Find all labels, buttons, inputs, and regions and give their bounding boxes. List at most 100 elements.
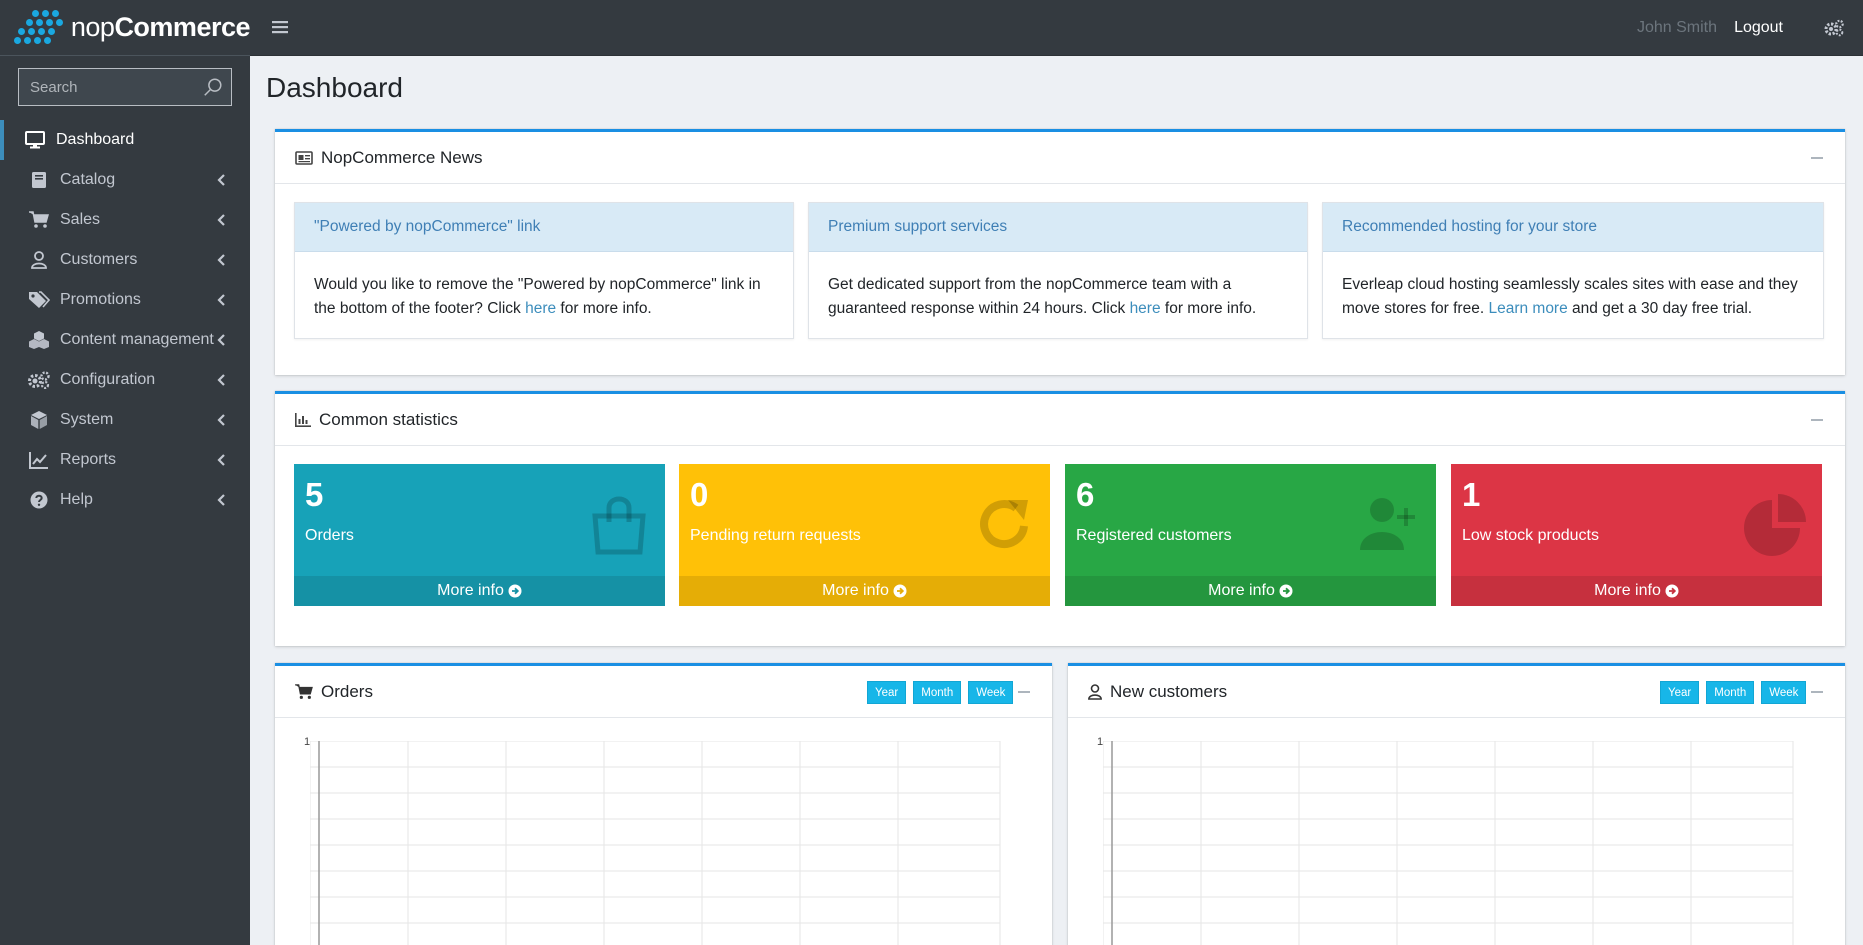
chevron-left-icon xyxy=(217,374,225,386)
nopcommerce-logo-icon xyxy=(12,8,65,48)
new-customers-chart-card: New customers Year Month Week 1 xyxy=(1068,663,1845,945)
card-title: Orders xyxy=(321,681,373,701)
news-item-title: "Powered by nopCommerce" link xyxy=(295,203,793,252)
book-icon xyxy=(28,169,50,191)
news-link-here[interactable]: here xyxy=(1130,300,1161,317)
new-customers-chart-plot xyxy=(1103,741,1794,945)
chevron-left-icon xyxy=(217,174,225,186)
sidebar-item-label: Promotions xyxy=(60,291,141,308)
news-link-here[interactable]: here xyxy=(525,300,556,317)
user-icon xyxy=(28,249,50,271)
line-chart-icon xyxy=(28,449,50,471)
arrow-circle-right-icon xyxy=(893,584,907,598)
orders-chart-header: Orders Year Month Week xyxy=(275,666,1052,718)
sidebar-item-configuration[interactable]: Configuration xyxy=(0,360,250,400)
sidebar-item-system[interactable]: System xyxy=(0,400,250,440)
stat-label: Low stock products xyxy=(1462,527,1599,544)
collapse-minus-icon[interactable] xyxy=(1811,157,1823,159)
more-info-link[interactable]: More info xyxy=(679,576,1050,606)
hamburger-menu-icon[interactable] xyxy=(272,20,288,34)
user-name-link[interactable]: John Smith xyxy=(1637,19,1717,37)
collapse-minus-icon[interactable] xyxy=(1811,691,1823,693)
sidebar-item-reports[interactable]: Reports xyxy=(0,440,250,480)
news-item-title: Recommended hosting for your store xyxy=(1323,203,1823,252)
orders-chart-card: Orders Year Month Week 1 xyxy=(275,663,1052,945)
chevron-left-icon xyxy=(217,294,225,306)
page-title: Dashboard xyxy=(266,72,403,103)
card-title: Common statistics xyxy=(319,409,458,429)
month-button[interactable]: Month xyxy=(1706,681,1755,704)
chevron-left-icon xyxy=(217,414,225,426)
news-card-header: NopCommerce News xyxy=(275,132,1845,184)
news-link-learn-more[interactable]: Learn more xyxy=(1488,300,1567,317)
user-icon xyxy=(1088,683,1102,700)
stat-value: 1 xyxy=(1462,476,1481,513)
sidebar-item-customers[interactable]: Customers xyxy=(0,240,250,280)
arrow-circle-right-icon xyxy=(1279,584,1293,598)
news-item-body: Get dedicated support from the nopCommer… xyxy=(828,276,1257,317)
card-title: New customers xyxy=(1110,681,1228,701)
sidebar-item-catalog[interactable]: Catalog xyxy=(0,160,250,200)
sidebar-item-label: Configuration xyxy=(60,371,156,388)
stat-box-low-stock: 1 Low stock products More info xyxy=(1451,464,1822,606)
question-circle-icon xyxy=(28,489,50,511)
user-plus-icon xyxy=(1360,498,1415,550)
sidebar-item-label: Dashboard xyxy=(56,131,135,148)
cubes-icon xyxy=(28,329,50,351)
gears-icon[interactable] xyxy=(1824,19,1844,37)
week-button[interactable]: Week xyxy=(968,681,1014,704)
stat-label: Orders xyxy=(305,527,354,544)
news-item-title: Premium support services xyxy=(809,203,1307,252)
news-item-body: Would you like to remove the "Powered by… xyxy=(314,276,761,317)
search-input[interactable] xyxy=(18,68,232,106)
cart-icon xyxy=(295,683,313,699)
more-info-link[interactable]: More info xyxy=(1451,576,1822,606)
cube-icon xyxy=(28,409,50,431)
sidebar-item-label: Reports xyxy=(60,451,117,468)
more-info-link[interactable]: More info xyxy=(1065,576,1436,606)
collapse-minus-icon[interactable] xyxy=(1018,691,1030,693)
sidebar-item-label: Content management xyxy=(60,331,214,348)
customers-chart-header: New customers Year Month Week xyxy=(1068,666,1845,718)
chevron-left-icon xyxy=(217,334,225,346)
stat-box-orders: 5 Orders More info xyxy=(294,464,665,606)
stat-value: 6 xyxy=(1076,476,1095,513)
month-button[interactable]: Month xyxy=(913,681,962,704)
chevron-left-icon xyxy=(217,454,225,466)
stat-label: Registered customers xyxy=(1076,527,1232,544)
chevron-left-icon xyxy=(217,214,225,226)
logout-link[interactable]: Logout xyxy=(1734,19,1783,37)
sidebar-search xyxy=(18,68,232,106)
stat-box-pending-returns: 0 Pending return requests More info xyxy=(679,464,1050,606)
sidebar-item-label: Help xyxy=(60,491,93,508)
sidebar-item-help[interactable]: Help xyxy=(0,480,250,520)
more-info-link[interactable]: More info xyxy=(294,576,665,606)
sidebar-item-promotions[interactable]: Promotions xyxy=(0,280,250,320)
brand-logo[interactable]: nopCommerce xyxy=(0,0,250,56)
period-button-group: Year Month Week xyxy=(1660,681,1807,704)
common-statistics-card: Common statistics 5 Orders More info 0 P… xyxy=(275,391,1845,646)
gears-icon xyxy=(28,369,50,391)
sidebar-item-label: System xyxy=(60,411,114,428)
stat-box-registered-customers: 6 Registered customers More info xyxy=(1065,464,1436,606)
chevron-left-icon xyxy=(217,494,225,506)
week-button[interactable]: Week xyxy=(1761,681,1807,704)
top-navbar: John Smith Logout xyxy=(250,0,1863,56)
arrow-circle-right-icon xyxy=(1665,584,1679,598)
sidebar-item-content-management[interactable]: Content management xyxy=(0,320,250,360)
sidebar-item-dashboard[interactable]: Dashboard xyxy=(0,120,250,160)
sidebar-item-label: Catalog xyxy=(60,171,116,188)
collapse-minus-icon[interactable] xyxy=(1811,419,1823,421)
sidebar-item-label: Sales xyxy=(60,211,101,228)
stat-value: 5 xyxy=(305,476,324,513)
news-item: Premium support services Get dedicated s… xyxy=(808,202,1308,339)
tags-icon xyxy=(28,289,50,311)
year-button[interactable]: Year xyxy=(1660,681,1700,704)
stat-label: Pending return requests xyxy=(690,527,861,544)
sidebar-item-sales[interactable]: Sales xyxy=(0,200,250,240)
stat-value: 0 xyxy=(690,476,709,513)
bar-chart-icon xyxy=(295,412,311,427)
search-icon[interactable] xyxy=(202,76,224,98)
year-button[interactable]: Year xyxy=(867,681,907,704)
newspaper-icon xyxy=(295,150,313,165)
